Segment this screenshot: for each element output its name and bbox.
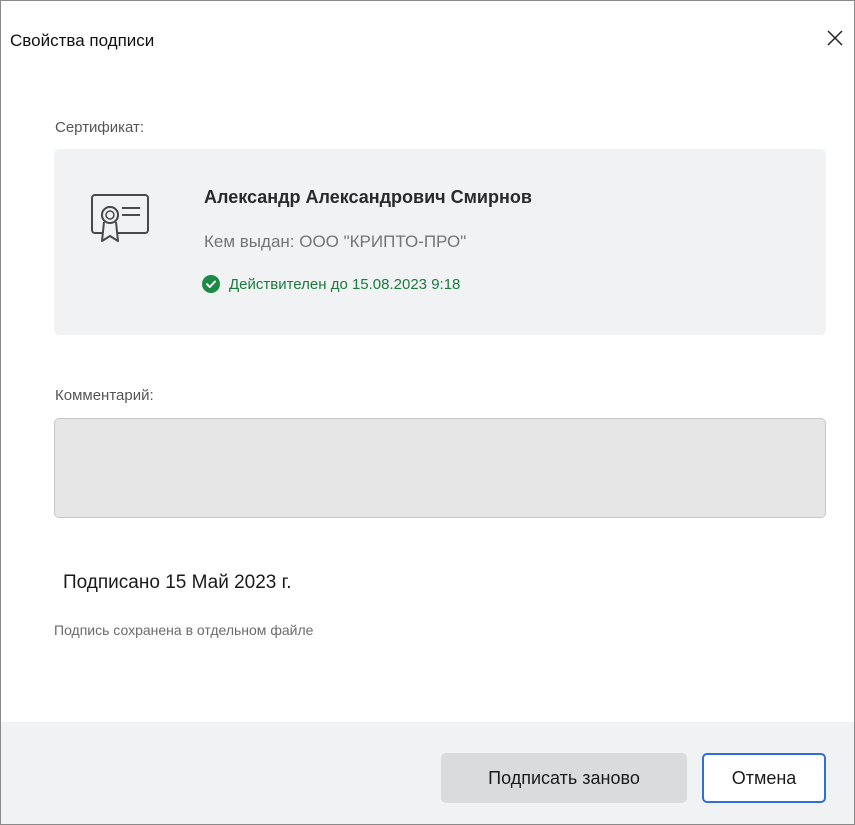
close-icon [827, 30, 843, 46]
dialog-footer: Подписать заново Отмена [1, 722, 854, 824]
check-circle-icon [202, 275, 220, 293]
certificate-icon [88, 191, 152, 247]
certificate-validity: Действителен до 15.08.2023 9:18 [202, 275, 460, 293]
close-button[interactable] [820, 23, 850, 53]
certificate-card: Александр Александрович Смирнов Кем выда… [54, 149, 826, 335]
certificate-section-label: Сертификат: [55, 119, 145, 136]
certificate-issuer: Кем выдан: ООО "КРИПТО-ПРО" [204, 232, 467, 251]
signed-date: Подписано 15 Май 2023 г. [63, 572, 292, 593]
dialog-title: Свойства подписи [10, 31, 155, 50]
certificate-validity-text: Действителен до 15.08.2023 9:18 [229, 275, 461, 293]
cancel-button[interactable]: Отмена [702, 753, 826, 803]
comment-field[interactable] [54, 418, 826, 518]
signature-storage-note: Подпись сохранена в отдельном файле [54, 622, 314, 638]
comment-section-label: Комментарий: [55, 387, 154, 404]
title-bar: Свойства подписи [1, 1, 854, 81]
resign-button[interactable]: Подписать заново [441, 753, 687, 803]
signature-properties-dialog: Свойства подписи Сертификат: Александр А… [0, 0, 855, 825]
certificate-owner-name: Александр Александрович Смирнов [204, 187, 532, 207]
